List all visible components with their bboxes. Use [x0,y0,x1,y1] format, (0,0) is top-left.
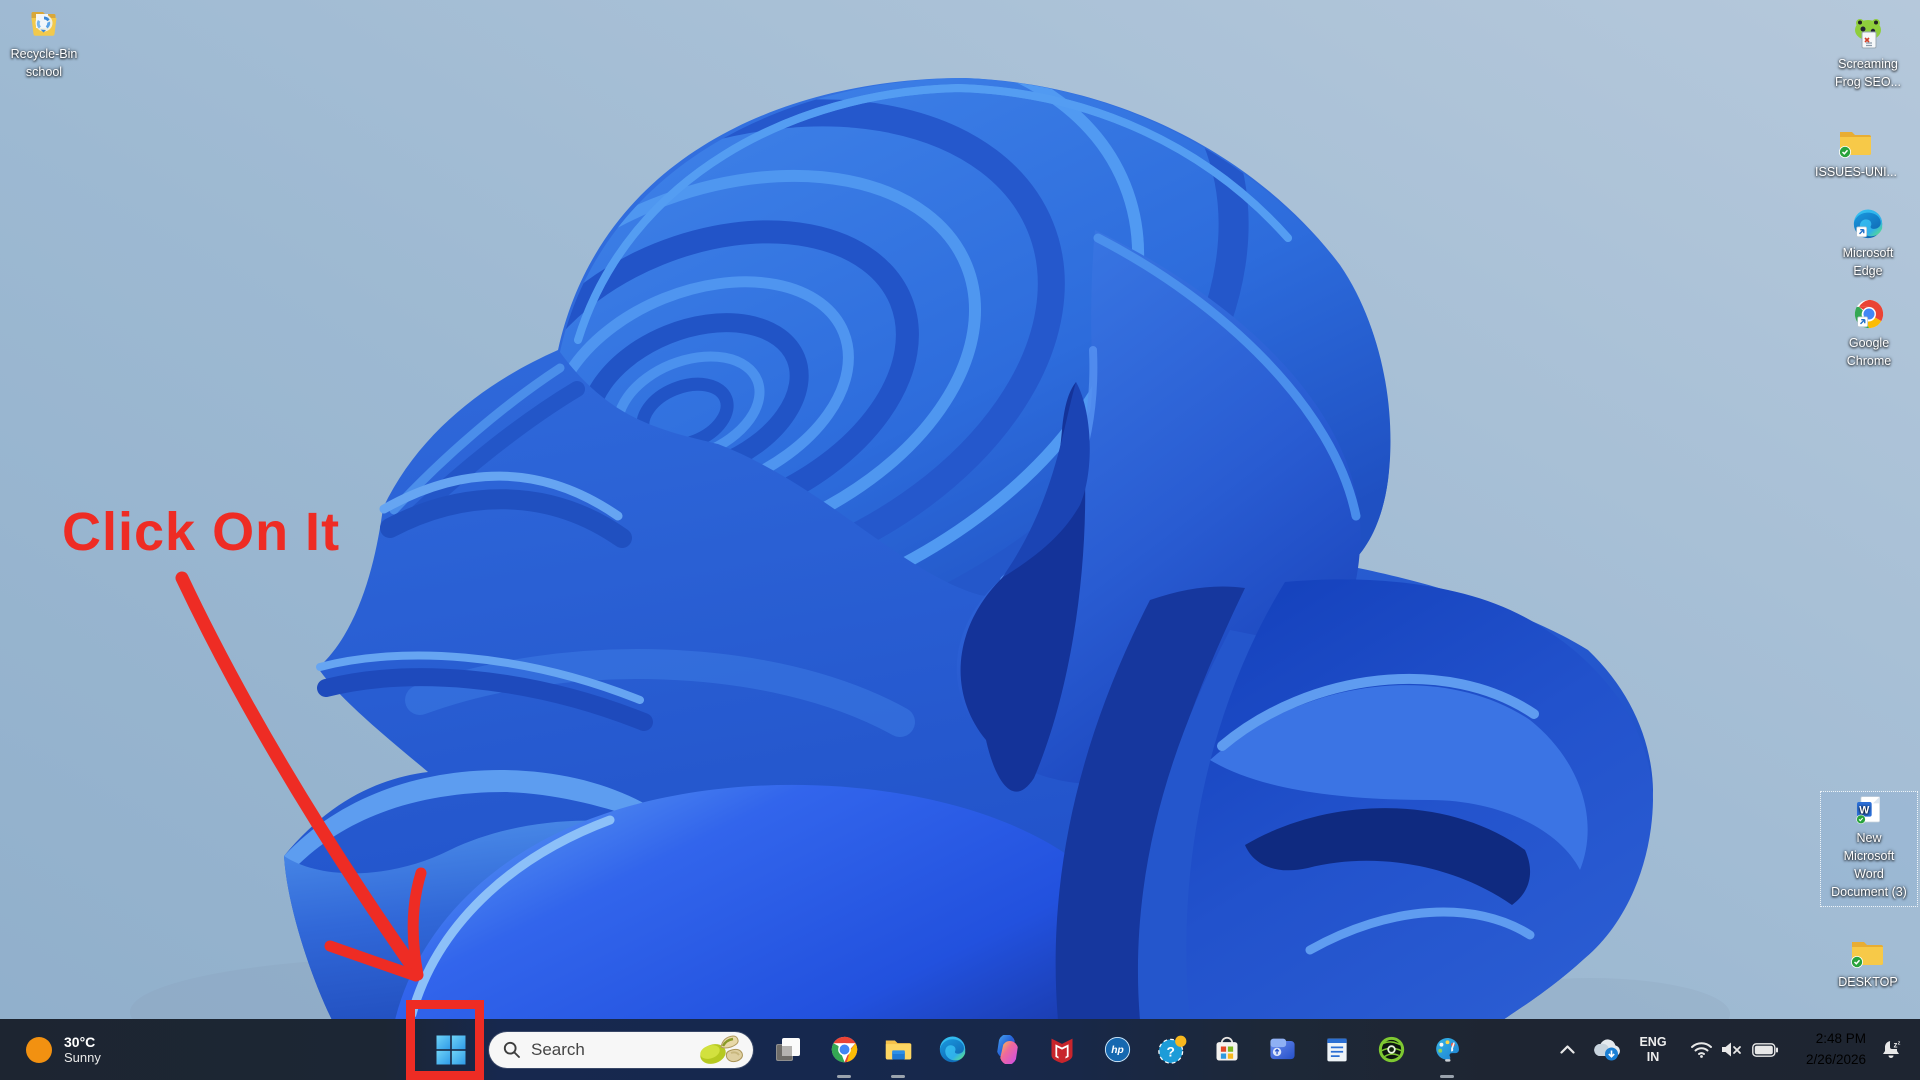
svg-text:?: ? [1167,1044,1175,1059]
svg-text:hp: hp [1111,1045,1124,1056]
svg-text:W: W [1859,804,1870,816]
svg-text:z: z [1898,1040,1901,1046]
